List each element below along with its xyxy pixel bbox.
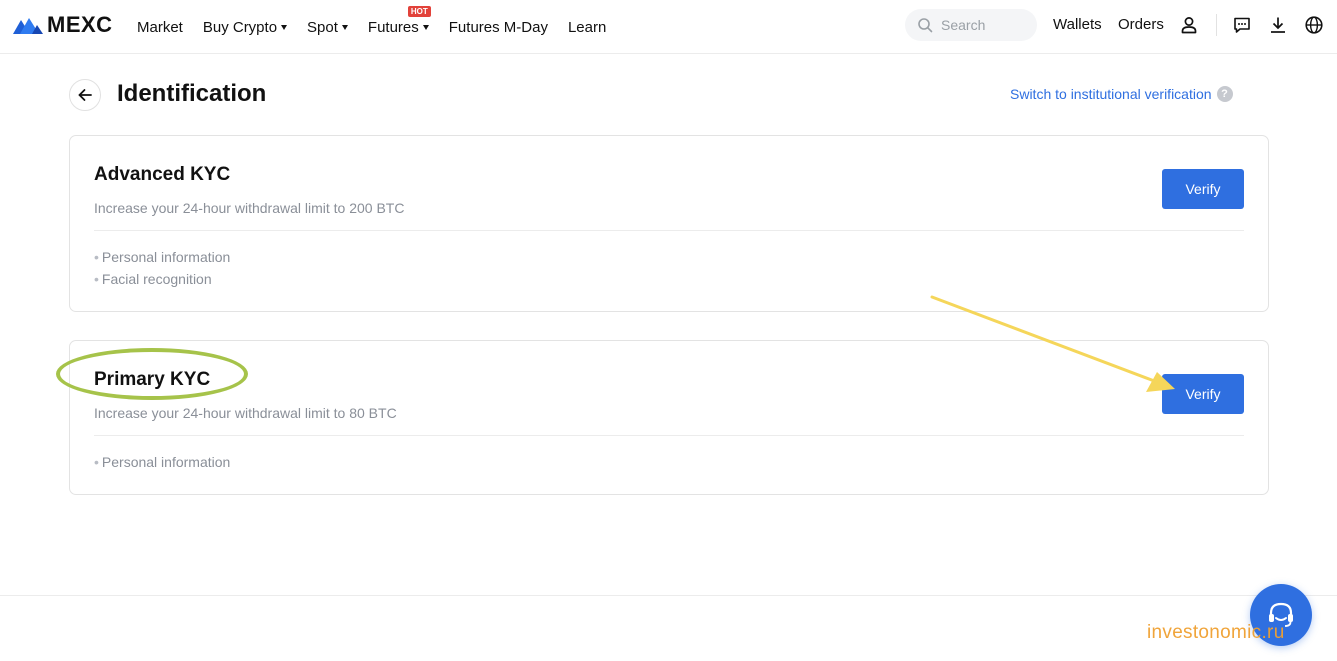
nav-label: Learn <box>567 18 607 36</box>
wallets-link[interactable]: Wallets <box>1053 16 1102 33</box>
chat-icon[interactable] <box>1231 14 1253 36</box>
back-button[interactable] <box>69 79 101 111</box>
nav-item-learn[interactable]: Learn <box>568 19 606 36</box>
orders-link[interactable]: Orders <box>1118 16 1164 33</box>
card-title: Primary KYC <box>94 369 211 390</box>
caret-down-icon <box>341 24 348 30</box>
advanced-verify-button[interactable]: Verify <box>1162 169 1244 209</box>
nav-label: Buy Crypto <box>202 18 278 36</box>
nav-item-market[interactable]: Market <box>137 19 183 36</box>
list-item: • Facial recognition <box>94 268 230 290</box>
institutional-verification-link[interactable]: Switch to institutional verification ? <box>1010 86 1233 102</box>
search-icon <box>918 18 933 33</box>
top-header: MEXC Market Buy Crypto Spot Futures HOT … <box>0 0 1337 54</box>
mexc-logo-icon <box>13 18 43 34</box>
search-input[interactable] <box>941 17 1031 33</box>
nav-item-buy-crypto[interactable]: Buy Crypto <box>202 18 288 36</box>
caret-down-icon <box>281 24 288 30</box>
nav-label: Futures <box>367 18 419 36</box>
mexc-logo[interactable]: MEXC <box>12 12 113 38</box>
arrow-left-icon <box>78 89 92 101</box>
nav-item-spot[interactable]: Spot <box>307 19 348 36</box>
caret-down-icon <box>422 24 429 30</box>
feature-label: Personal information <box>101 454 231 470</box>
card-divider <box>94 230 1244 231</box>
search-box[interactable] <box>905 9 1037 41</box>
nav-item-futures[interactable]: Futures HOT <box>367 5 431 36</box>
nav-label: Spot <box>307 18 338 36</box>
main-nav: Market Buy Crypto Spot Futures HOT Futur… <box>137 0 626 54</box>
bullet-icon: • <box>94 454 99 470</box>
feature-list: • Personal information • Facial recognitio… <box>94 246 230 290</box>
bullet-icon: • <box>94 271 99 287</box>
primary-kyc-card: Primary KYC Increase your 24-hour withdr… <box>69 340 1269 495</box>
nav-label: Futures M-Day <box>448 18 548 36</box>
list-item: • Personal information <box>94 451 230 473</box>
footer-divider <box>0 595 1337 596</box>
feature-label: Facial recognition <box>101 271 212 287</box>
primary-verify-button[interactable]: Verify <box>1162 374 1244 414</box>
nav-item-futures-m-day[interactable]: Futures M-Day <box>449 19 548 36</box>
card-description: Increase your 24-hour withdrawal limit t… <box>94 200 405 216</box>
bullet-icon: • <box>94 249 99 265</box>
user-icon[interactable] <box>1178 14 1200 36</box>
page-title: Identification <box>117 80 267 107</box>
feature-label: Personal information <box>101 249 231 265</box>
help-icon[interactable]: ? <box>1216 86 1233 102</box>
header-separator <box>1216 14 1217 36</box>
card-description: Increase your 24-hour withdrawal limit t… <box>94 405 397 421</box>
feature-list: • Personal information <box>94 451 230 473</box>
card-title: Advanced KYC <box>94 164 231 185</box>
watermark-text: investonomic.ru <box>1147 622 1285 643</box>
brand-name: MEXC <box>47 12 113 37</box>
institutional-link-label: Switch to institutional verification <box>1010 86 1212 102</box>
hot-badge: HOT <box>407 5 431 17</box>
download-icon[interactable] <box>1267 14 1289 36</box>
nav-label: Market <box>137 18 183 36</box>
globe-icon[interactable] <box>1303 14 1325 36</box>
card-divider <box>94 435 1244 436</box>
list-item: • Personal information <box>94 246 230 268</box>
advanced-kyc-card: Advanced KYC Increase your 24-hour withd… <box>69 135 1269 312</box>
